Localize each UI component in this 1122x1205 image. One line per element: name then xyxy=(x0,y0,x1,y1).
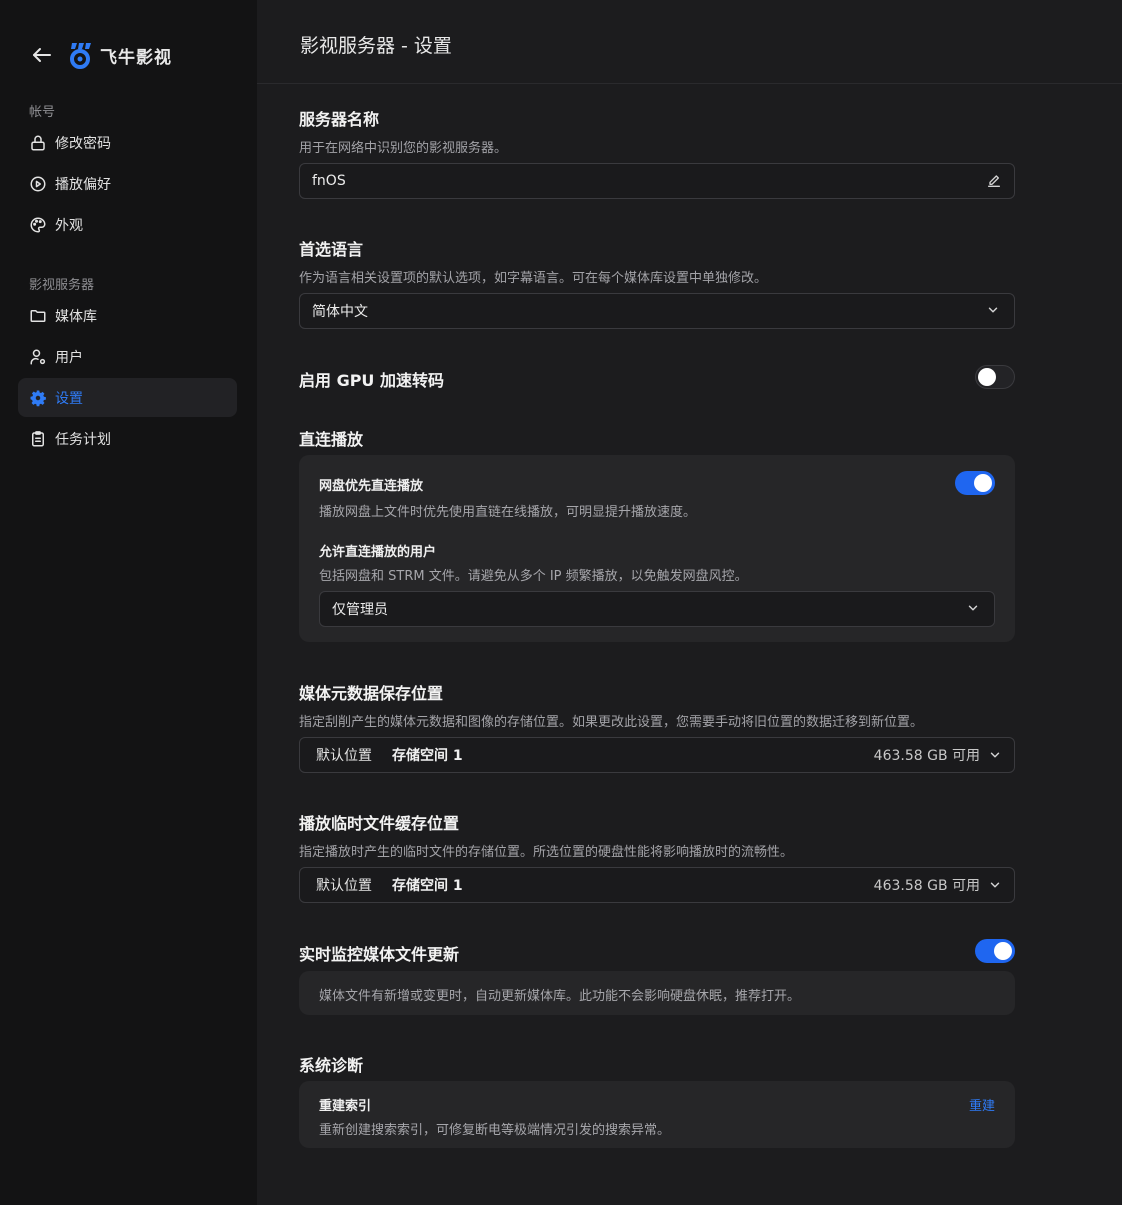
gpu-title: 启用 GPU 加速转码 xyxy=(299,371,444,390)
server-name-value: fnOS xyxy=(312,173,346,189)
rebuild-index-desc: 重新创建搜索索引，可修复断电等极端情况引发的搜索异常。 xyxy=(319,1123,671,1138)
user-gear-icon xyxy=(29,348,47,366)
sidebar-item-settings[interactable]: 设置 xyxy=(18,378,237,417)
sidebar-item-change-password[interactable]: 修改密码 xyxy=(18,123,237,162)
app-name: 飞牛影视 xyxy=(100,47,172,68)
language-select[interactable]: 简体中文 xyxy=(299,293,1015,329)
chevron-down-icon xyxy=(988,748,1002,762)
sidebar-item-media-library[interactable]: 媒体库 xyxy=(18,296,237,335)
rebuild-index-title: 重建索引 xyxy=(319,1099,372,1114)
cache-location-desc: 指定播放时产生的临时文件的存储位置。所选位置的硬盘性能将影响播放时的流畅性。 xyxy=(299,845,794,860)
brand: 飞牛影视 xyxy=(30,40,172,70)
realtime-monitor-title: 实时监控媒体文件更新 xyxy=(299,945,460,964)
cache-location-title: 播放临时文件缓存位置 xyxy=(299,814,460,833)
gpu-toggle[interactable] xyxy=(975,365,1015,389)
cloud-first-toggle[interactable] xyxy=(955,471,995,495)
nav-section-account: 帐号 xyxy=(29,105,56,120)
allowed-users-title: 允许直连播放的用户 xyxy=(319,545,437,560)
rebuild-button[interactable]: 重建 xyxy=(969,1095,995,1114)
cache-location-select[interactable]: 默认位置 存储空间 1 463.58 GB 可用 xyxy=(299,867,1015,903)
free-space: 463.58 GB 可用 xyxy=(873,878,980,894)
pencil-icon[interactable] xyxy=(986,173,1002,189)
allowed-users-select[interactable]: 仅管理员 xyxy=(319,591,995,627)
cloud-first-title: 网盘优先直连播放 xyxy=(319,479,424,494)
sidebar-item-label: 媒体库 xyxy=(55,308,97,325)
sidebar-item-appearance[interactable]: 外观 xyxy=(18,205,237,244)
direct-play-card: 网盘优先直连播放 播放网盘上文件时优先使用直链在线播放，可明显提升播放速度。 允… xyxy=(299,455,1015,642)
feiniu-logo-icon xyxy=(68,41,94,69)
page-title: 影视服务器 - 设置 xyxy=(300,35,452,57)
direct-play-title: 直连播放 xyxy=(299,430,364,449)
location-label: 默认位置 xyxy=(316,878,372,894)
cloud-first-desc: 播放网盘上文件时优先使用直链在线播放，可明显提升播放速度。 xyxy=(319,505,697,520)
sidebar-item-label: 播放偏好 xyxy=(55,176,111,193)
sidebar-item-label: 用户 xyxy=(55,349,83,366)
server-name-desc: 用于在网络中识别您的影视服务器。 xyxy=(299,141,508,156)
realtime-monitor-desc: 媒体文件有新增或变更时，自动更新媒体库。此功能不会影响硬盘休眠，推荐打开。 xyxy=(319,989,801,1004)
sidebar-item-label: 修改密码 xyxy=(55,135,111,152)
allowed-users-desc: 包括网盘和 STRM 文件。请避免从多个 IP 频繁播放，以免触发网盘风控。 xyxy=(319,569,748,584)
main-content: 影视服务器 - 设置 服务器名称 用于在网络中识别您的影视服务器。 fnOS 首… xyxy=(257,0,1122,1205)
gear-icon xyxy=(29,389,47,407)
sidebar-item-label: 外观 xyxy=(55,217,83,234)
storage-label: 存储空间 1 xyxy=(392,748,463,764)
metadata-location-select[interactable]: 默认位置 存储空间 1 463.58 GB 可用 xyxy=(299,737,1015,773)
language-value: 简体中文 xyxy=(312,304,368,320)
toggle-knob xyxy=(994,942,1012,960)
sidebar-item-task-schedule[interactable]: 任务计划 xyxy=(18,419,237,458)
toggle-knob xyxy=(974,474,992,492)
chevron-down-icon xyxy=(988,878,1002,892)
allowed-users-value: 仅管理员 xyxy=(332,602,388,618)
server-name-input[interactable]: fnOS xyxy=(299,163,1015,199)
page-header: 影视服务器 - 设置 xyxy=(257,0,1122,84)
sidebar-item-playback-preferences[interactable]: 播放偏好 xyxy=(18,164,237,203)
sidebar-item-label: 设置 xyxy=(55,390,83,407)
language-desc: 作为语言相关设置项的默认选项，如字幕语言。可在每个媒体库设置中单独修改。 xyxy=(299,271,768,286)
rebuild-index-card: 重建索引 重建 重新创建搜索索引，可修复断电等极端情况引发的搜索异常。 xyxy=(299,1081,1015,1148)
folder-icon xyxy=(29,307,47,325)
toggle-knob xyxy=(978,368,996,386)
sidebar: 飞牛影视 帐号 修改密码 播放偏好 外观 影视服务器 媒体库 用户 设置 任务计… xyxy=(0,0,257,1205)
location-label: 默认位置 xyxy=(316,748,372,764)
language-title: 首选语言 xyxy=(299,240,364,259)
metadata-location-desc: 指定刮削产生的媒体元数据和图像的存储位置。如果更改此设置，您需要手动将旧位置的数… xyxy=(299,715,924,730)
palette-icon xyxy=(29,216,47,234)
clipboard-icon xyxy=(29,430,47,448)
free-space: 463.58 GB 可用 xyxy=(873,748,980,764)
arrow-left-icon[interactable] xyxy=(30,43,54,67)
nav-section-media-server: 影视服务器 xyxy=(29,278,95,293)
chevron-down-icon xyxy=(966,601,982,617)
lock-icon xyxy=(29,134,47,152)
realtime-monitor-card: 媒体文件有新增或变更时，自动更新媒体库。此功能不会影响硬盘休眠，推荐打开。 xyxy=(299,971,1015,1015)
sidebar-item-users[interactable]: 用户 xyxy=(18,337,237,376)
play-circle-icon xyxy=(29,175,47,193)
realtime-monitor-toggle[interactable] xyxy=(975,939,1015,963)
server-name-title: 服务器名称 xyxy=(299,110,380,129)
chevron-down-icon xyxy=(986,303,1002,319)
sidebar-item-label: 任务计划 xyxy=(55,431,111,448)
diagnostics-title: 系统诊断 xyxy=(299,1056,364,1075)
storage-label: 存储空间 1 xyxy=(392,878,463,894)
metadata-location-title: 媒体元数据保存位置 xyxy=(299,684,444,703)
